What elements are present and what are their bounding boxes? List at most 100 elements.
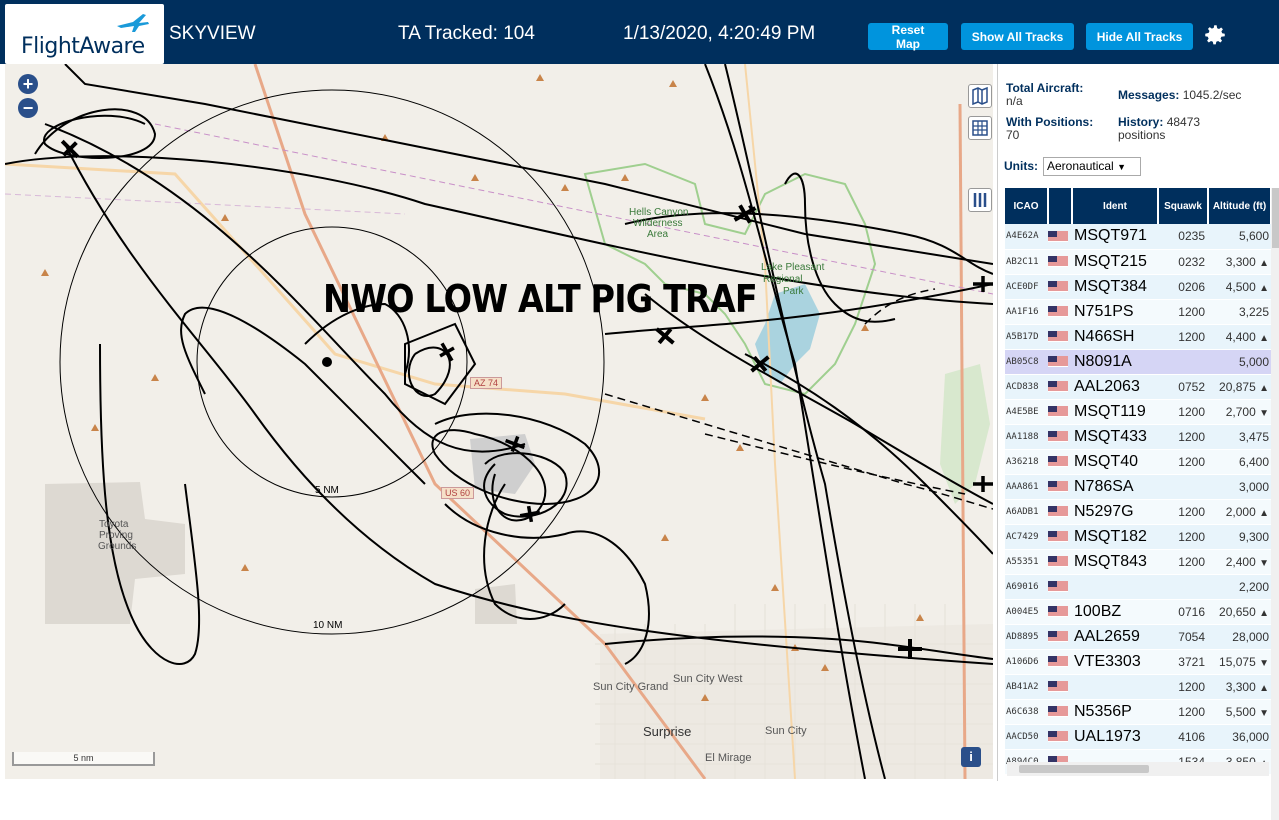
map-label: Proving xyxy=(99,530,133,541)
map-canvas[interactable] xyxy=(5,64,993,779)
cell-flag xyxy=(1048,424,1072,450)
cell-icao: AB41A2 xyxy=(1005,674,1048,700)
table-row[interactable]: A6C638 N5356P 1200 5,500 ▼ xyxy=(1005,699,1271,725)
table-row[interactable]: A4E62A MSQT971 0235 5,600 xyxy=(1005,224,1271,250)
altitude-trend: ▲ xyxy=(1259,607,1269,619)
table-row[interactable]: A5B17D N466SH 1200 4,400 ▲ xyxy=(1005,324,1271,350)
total-aircraft-stat: Total Aircraft: n/a xyxy=(1006,82,1083,108)
cell-altitude: 2,200 xyxy=(1208,574,1271,600)
cell-altitude: 15,075 ▼ xyxy=(1208,649,1271,675)
cell-flag xyxy=(1048,324,1072,350)
table-row[interactable]: A69016 2,200 xyxy=(1005,574,1271,600)
table-row[interactable]: AA1188 MSQT433 1200 3,475 xyxy=(1005,424,1271,450)
cell-altitude: 5,000 xyxy=(1208,349,1271,375)
table-row[interactable]: AB2C11 MSQT215 0232 3,300 ▲ xyxy=(1005,249,1271,275)
highway-shield: AZ 74 xyxy=(470,377,503,389)
altitude-trend: ▲ xyxy=(1259,507,1269,519)
map-overlay-title: NWO LOW ALT PIG TRAF xyxy=(323,277,758,321)
table-row[interactable]: A36218 MSQT40 1200 6,400 xyxy=(1005,449,1271,475)
table-row[interactable]: AA1F16 N751PS 1200 3,225 xyxy=(1005,299,1271,325)
map-label: Park xyxy=(783,286,804,297)
site-name: SKYVIEW xyxy=(169,23,256,44)
cell-ident: N5356P xyxy=(1072,699,1158,725)
table-row[interactable]: AC7429 MSQT182 1200 9,300 xyxy=(1005,524,1271,550)
col-header-altitude[interactable]: Altitude (ft) xyxy=(1208,188,1272,224)
map-layers-icon[interactable] xyxy=(968,84,992,108)
col-header-icao[interactable]: ICAO xyxy=(1005,188,1049,224)
map-view[interactable]: + − NWO LOW ALT PIG TRAF 5 NM 10 NM Hell… xyxy=(5,64,993,779)
cell-icao: AA1F16 xyxy=(1005,299,1048,325)
us-flag-icon xyxy=(1048,355,1068,367)
table-row[interactable]: AD8895 AAL2659 7054 28,000 xyxy=(1005,624,1271,650)
cell-icao: ACE0DF xyxy=(1005,274,1048,300)
history-unit: positions xyxy=(1118,128,1166,142)
grid-toggle-icon[interactable] xyxy=(968,116,992,140)
map-scale-bar: 5 nm xyxy=(12,752,155,766)
zoom-out-button[interactable]: − xyxy=(18,98,38,118)
cell-flag xyxy=(1048,299,1072,325)
hide-all-tracks-button[interactable]: Hide All Tracks xyxy=(1086,23,1193,50)
info-icon[interactable]: i xyxy=(961,747,981,767)
altitude-value: 3,000 xyxy=(1238,479,1269,494)
table-row[interactable]: ACD838 AAL2063 0752 20,875 ▲ xyxy=(1005,374,1271,400)
reset-map-button[interactable]: Reset Map xyxy=(868,23,948,51)
scrollbar-thumb[interactable] xyxy=(1272,188,1279,248)
table-row[interactable]: A6ADB1 N5297G 1200 2,000 ▲ xyxy=(1005,499,1271,525)
cell-ident: AAL2659 xyxy=(1072,624,1158,650)
cell-ident: N786SA xyxy=(1072,474,1158,500)
units-select[interactable]: Aeronautical ▼ xyxy=(1043,157,1141,176)
table-row[interactable]: AB05C8 N8091A 5,000 xyxy=(1005,349,1271,375)
us-flag-icon xyxy=(1048,530,1068,542)
us-flag-icon xyxy=(1048,655,1068,667)
scrollbar-thumb[interactable] xyxy=(1019,765,1149,773)
map-label: Regional xyxy=(763,274,803,285)
table-row[interactable]: ACE0DF MSQT384 0206 4,500 ▲ xyxy=(1005,274,1271,300)
us-flag-icon xyxy=(1048,230,1068,242)
cell-flag xyxy=(1048,524,1072,550)
show-all-tracks-button[interactable]: Show All Tracks xyxy=(961,23,1074,50)
col-header-flag xyxy=(1048,188,1073,224)
us-flag-icon xyxy=(1048,255,1068,267)
table-row[interactable]: AB41A2 1200 3,300 ▲ xyxy=(1005,674,1271,700)
us-flag-icon xyxy=(1048,730,1068,742)
map-label: Surprise xyxy=(643,724,692,739)
cell-altitude: 2,700 ▼ xyxy=(1208,399,1271,425)
map-label: Sun City West xyxy=(673,673,743,685)
col-header-squawk[interactable]: Squawk xyxy=(1158,188,1209,224)
cell-squawk: 1200 xyxy=(1158,324,1208,350)
cell-flag xyxy=(1048,624,1072,650)
us-flag-icon xyxy=(1048,680,1068,692)
columns-toggle-icon[interactable] xyxy=(968,188,992,212)
table-row[interactable]: AAA861 N786SA 3,000 xyxy=(1005,474,1271,500)
aircraft-panel: Total Aircraft: n/a With Positions: 70 M… xyxy=(997,64,1279,820)
table-row[interactable]: A004E5 100BZ 0716 20,650 ▲ xyxy=(1005,599,1271,625)
cell-icao: A106D6 xyxy=(1005,649,1048,675)
tracked-count: TA Tracked: 104 xyxy=(398,23,535,44)
gear-icon[interactable] xyxy=(1202,22,1228,48)
cell-flag xyxy=(1048,224,1072,250)
cell-altitude: 4,400 ▲ xyxy=(1208,324,1271,350)
altitude-value: 28,000 xyxy=(1232,629,1269,644)
table-vertical-scrollbar[interactable] xyxy=(1271,188,1279,820)
altitude-value: 36,000 xyxy=(1232,729,1269,744)
us-flag-icon xyxy=(1048,480,1068,492)
table-row[interactable]: A4E5BE MSQT119 1200 2,700 ▼ xyxy=(1005,399,1271,425)
table-horizontal-scrollbar[interactable] xyxy=(1007,762,1269,776)
cell-ident: N466SH xyxy=(1072,324,1158,350)
altitude-value: 2,400 xyxy=(1225,554,1256,569)
zoom-in-button[interactable]: + xyxy=(18,74,38,94)
table-row[interactable]: A55351 MSQT843 1200 2,400 ▼ xyxy=(1005,549,1271,575)
table-row[interactable]: AACD50 UAL1973 4106 36,000 xyxy=(1005,724,1271,750)
units-label: Units: xyxy=(1004,159,1038,173)
us-flag-icon xyxy=(1048,705,1068,717)
cell-altitude: 3,300 ▲ xyxy=(1208,674,1271,700)
table-row[interactable]: A106D6 VTE3303 3721 15,075 ▼ xyxy=(1005,649,1271,675)
altitude-value: 3,475 xyxy=(1238,429,1269,444)
us-flag-icon xyxy=(1048,380,1068,392)
col-header-ident[interactable]: Ident xyxy=(1072,188,1159,224)
cell-icao: A6C638 xyxy=(1005,699,1048,725)
cell-icao: AAA861 xyxy=(1005,474,1048,500)
cell-ident: N751PS xyxy=(1072,299,1158,325)
altitude-value: 2,000 xyxy=(1225,504,1256,519)
flightaware-logo[interactable]: FlightAware xyxy=(5,4,164,64)
